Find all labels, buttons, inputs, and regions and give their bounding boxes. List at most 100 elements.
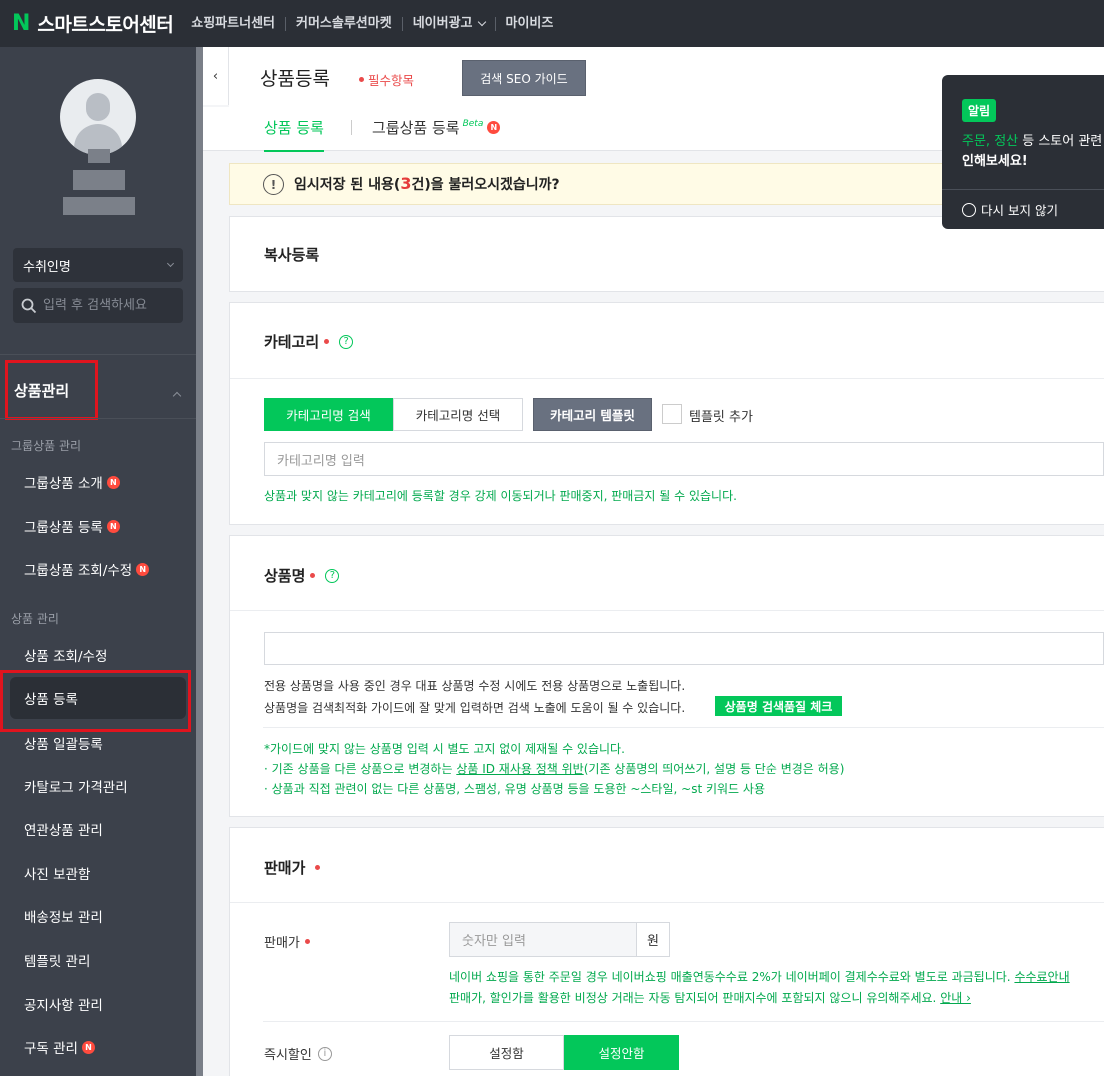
store-select-value: 수취인명 bbox=[23, 259, 71, 275]
nav-naver-ads[interactable]: 네이버광고 bbox=[401, 16, 495, 31]
nav-shopping-partner[interactable]: 쇼핑파트너센터 bbox=[189, 16, 285, 31]
help-icon[interactable]: ? bbox=[339, 334, 354, 349]
sidebar-item-product-search[interactable]: 상품 조회/수정 bbox=[24, 645, 107, 665]
chevron-up-icon[interactable] bbox=[172, 391, 182, 401]
template-add-label: 템플릿 추가 bbox=[689, 410, 753, 425]
template-add-checkbox[interactable] bbox=[662, 404, 682, 424]
new-badge-icon: N bbox=[487, 121, 501, 134]
required-dot-icon bbox=[324, 339, 330, 344]
alert-badge: 알림 bbox=[962, 99, 997, 122]
blurred-store-name bbox=[88, 149, 110, 163]
top-nav: 쇼핑파트너센터 커머스솔루션마켓 네이버광고 마이비즈 bbox=[189, 16, 564, 31]
sidebar-item-catalog-price[interactable]: 카탈로그 가격관리 bbox=[24, 776, 128, 796]
section-group-product: 그룹상품 관리 bbox=[11, 439, 82, 453]
sidebar-item-group-intro[interactable]: 그룹상품 소개 N bbox=[24, 472, 120, 492]
price-title: 판매가 bbox=[264, 857, 324, 878]
sidebar-item-template[interactable]: 템플릿 관리 bbox=[24, 950, 90, 970]
instant-discount-label: 즉시할인 i bbox=[264, 1044, 332, 1063]
price-abnormal-note: 판매가, 할인가를 활용한 비정상 거래는 자동 탐지되어 판매지수에 포함되지… bbox=[449, 991, 971, 1005]
sidebar-group-product-management[interactable]: 상품관리 bbox=[5, 360, 98, 420]
required-dot-icon bbox=[304, 939, 310, 944]
sidebar-item-bulk-register[interactable]: 상품 일괄등록 bbox=[24, 733, 103, 753]
required-dot-icon bbox=[315, 865, 321, 870]
sidebar-item-subscription[interactable]: 구독 관리 N bbox=[24, 1037, 95, 1057]
sidebar-collapse-button[interactable]: ‹ bbox=[203, 47, 229, 105]
sidebar: 수취인명 상품관리 그룹상품 관리 그룹상품 소개N 그룹상품 등록N 그룹상품… bbox=[0, 47, 196, 1076]
naver-logo-icon: N bbox=[12, 11, 31, 36]
section-product: 상품 관리 bbox=[11, 612, 59, 626]
info-icon[interactable]: i bbox=[317, 1046, 332, 1061]
price-input[interactable]: 숫자만 입력 bbox=[449, 922, 637, 957]
discount-on-button[interactable]: 설정함 bbox=[449, 1035, 564, 1070]
help-icon[interactable]: ? bbox=[325, 568, 340, 583]
search-icon bbox=[21, 298, 37, 313]
nav-mybiz[interactable]: 마이비즈 bbox=[494, 16, 564, 31]
nav-commerce-market[interactable]: 커머스솔루션마켓 bbox=[285, 16, 402, 31]
blurred-store-id bbox=[63, 197, 135, 215]
sidebar-item-group-search[interactable]: 그룹상품 조회/수정 N bbox=[24, 559, 150, 579]
divider bbox=[0, 354, 196, 355]
new-badge-icon: N bbox=[106, 475, 120, 489]
exclamation-icon: ! bbox=[263, 174, 284, 195]
product-name-quality-check-button[interactable]: 상품명 검색품질 체크 bbox=[715, 696, 842, 716]
temp-save-count: 3 bbox=[400, 174, 412, 193]
notice-text: 임시저장 된 내용(3건)을 불러오시겠습니까? bbox=[294, 174, 560, 193]
alert-message: 주문, 정산 등 스토어 관련 인해보세요! bbox=[962, 134, 1103, 169]
sidebar-scrollbar[interactable] bbox=[196, 47, 203, 1076]
radio-icon[interactable] bbox=[962, 202, 976, 217]
tab-divider bbox=[351, 120, 352, 135]
product-name-guide-2: · 기존 상품을 다른 상품으로 변경하는 상품 ID 재사용 정책 위반(기존… bbox=[264, 762, 845, 776]
product-name-input[interactable] bbox=[264, 632, 1104, 665]
divider bbox=[230, 610, 1104, 611]
sidebar-search-input[interactable] bbox=[43, 298, 173, 313]
copy-register-title: 복사등록 bbox=[264, 246, 320, 264]
beta-label: Beta bbox=[462, 118, 484, 129]
store-select[interactable]: 수취인명 bbox=[13, 248, 183, 282]
product-name-note-1: 전용 상품명을 사용 중인 경우 대표 상품명 수정 시에도 전용 상품명으로 … bbox=[264, 679, 686, 693]
required-dot-icon bbox=[310, 573, 316, 578]
price-guide-link[interactable]: 안내 › bbox=[940, 991, 971, 1005]
category-name-input[interactable]: 카테고리명 입력 bbox=[264, 442, 1104, 476]
dont-show-again[interactable]: 다시 보지 않기 bbox=[962, 200, 1058, 219]
category-warning: 상품과 맞지 않는 카테고리에 등록할 경우 강제 이동되거나 판매중지, 판매… bbox=[264, 489, 737, 503]
group-title: 상품관리 bbox=[14, 381, 70, 400]
sidebar-item-photo-storage[interactable]: 사진 보관함 bbox=[24, 863, 90, 883]
product-id-policy-link[interactable]: 상품 ID 재사용 정책 위반 bbox=[456, 762, 583, 776]
category-search-button[interactable]: 카테고리명 검색 bbox=[264, 398, 393, 431]
divider bbox=[0, 418, 196, 419]
tab-group-register[interactable]: 그룹상품 등록 Beta N bbox=[372, 117, 501, 138]
new-badge-icon: N bbox=[136, 562, 150, 576]
price-fee-note: 네이버 쇼핑을 통한 주문일 경우 네이버쇼핑 매출연동수수료 2%가 네이버페… bbox=[449, 970, 1070, 984]
price-unit: 원 bbox=[636, 922, 670, 957]
logo[interactable]: N 스마트스토어센터 bbox=[12, 10, 174, 37]
chevron-down-icon bbox=[477, 17, 486, 26]
sidebar-item-shipping-info[interactable]: 배송정보 관리 bbox=[24, 906, 103, 926]
product-name-note-2: 상품명을 검색최적화 가이드에 잘 맞게 입력하면 검색 노출에 도움이 될 수… bbox=[264, 701, 686, 715]
avatar-head-shape bbox=[86, 93, 110, 121]
discount-off-button[interactable]: 설정안함 bbox=[564, 1035, 679, 1070]
category-title: 카테고리? bbox=[264, 331, 354, 352]
category-template-button[interactable]: 카테고리 템플릿 bbox=[533, 398, 652, 431]
avatar bbox=[60, 79, 136, 155]
divider bbox=[230, 902, 1104, 903]
page-title: 상품등록 bbox=[260, 68, 330, 90]
divider bbox=[263, 1021, 1104, 1022]
chevron-down-icon bbox=[166, 259, 175, 267]
logo-text: 스마트스토어센터 bbox=[37, 14, 174, 36]
tab-product-register[interactable]: 상품 등록 bbox=[264, 117, 324, 152]
sidebar-item-related-products[interactable]: 연관상품 관리 bbox=[24, 819, 103, 839]
required-dot-icon bbox=[359, 77, 364, 82]
new-badge-icon: N bbox=[106, 519, 120, 533]
required-legend: 필수항목 bbox=[359, 70, 414, 89]
product-name-guide-3: · 상품과 직접 관련이 없는 다른 상품명, 스팸성, 유명 상품명 등을 도… bbox=[264, 782, 765, 796]
sidebar-item-notice[interactable]: 공지사항 관리 bbox=[24, 994, 103, 1014]
category-select-button[interactable]: 카테고리명 선택 bbox=[393, 398, 523, 431]
new-badge-icon: N bbox=[81, 1040, 95, 1054]
seo-guide-button[interactable]: 검색 SEO 가이드 bbox=[462, 60, 586, 96]
divider bbox=[230, 378, 1104, 379]
sidebar-search bbox=[13, 288, 183, 323]
chevron-left-icon: ‹ bbox=[212, 68, 219, 84]
fee-guide-link[interactable]: 수수료안내 bbox=[1014, 970, 1069, 984]
product-name-title: 상품명? bbox=[264, 565, 340, 586]
sidebar-item-group-register[interactable]: 그룹상품 등록 N bbox=[24, 516, 120, 536]
